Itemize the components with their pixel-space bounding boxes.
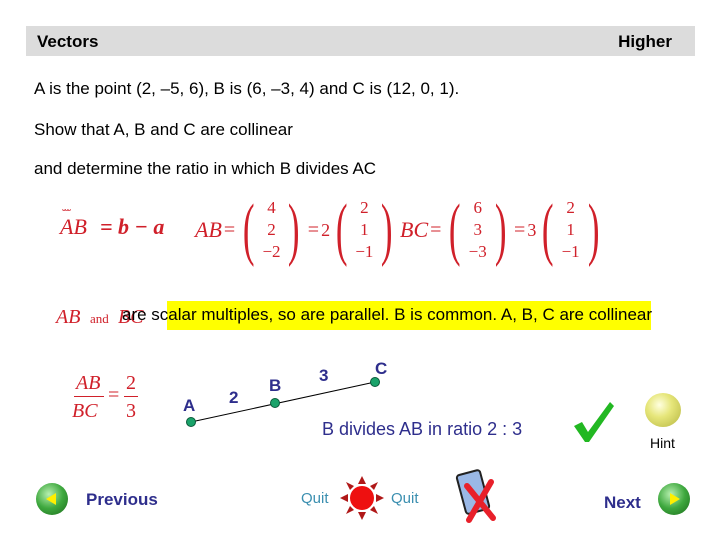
checkmark-icon xyxy=(574,402,614,442)
collinear-diagram xyxy=(186,377,380,427)
point-a xyxy=(186,417,196,427)
arrow-left-icon xyxy=(46,493,56,505)
label-a: A xyxy=(183,396,196,415)
segment-label-ab: 2 xyxy=(229,388,239,407)
point-b xyxy=(270,398,280,408)
segment-label-bc: 3 xyxy=(319,366,329,385)
quit-label-left[interactable]: Quit xyxy=(301,490,329,507)
label-b: B xyxy=(269,376,282,395)
next-label[interactable]: Next xyxy=(604,493,641,513)
hint-bulb-button[interactable] xyxy=(645,393,681,427)
next-button[interactable] xyxy=(658,483,690,515)
hint-label[interactable]: Hint xyxy=(650,435,675,451)
answer-text: B divides AB in ratio 2 : 3 xyxy=(322,419,523,439)
no-calculator-icon xyxy=(455,469,496,523)
arrow-right-icon xyxy=(670,493,680,505)
previous-button[interactable] xyxy=(36,483,68,515)
quit-label-right[interactable]: Quit xyxy=(391,490,419,507)
line-segment xyxy=(190,381,376,423)
quit-stop-icon[interactable] xyxy=(340,476,384,520)
previous-label[interactable]: Previous xyxy=(86,490,158,510)
label-c: C xyxy=(375,359,388,378)
